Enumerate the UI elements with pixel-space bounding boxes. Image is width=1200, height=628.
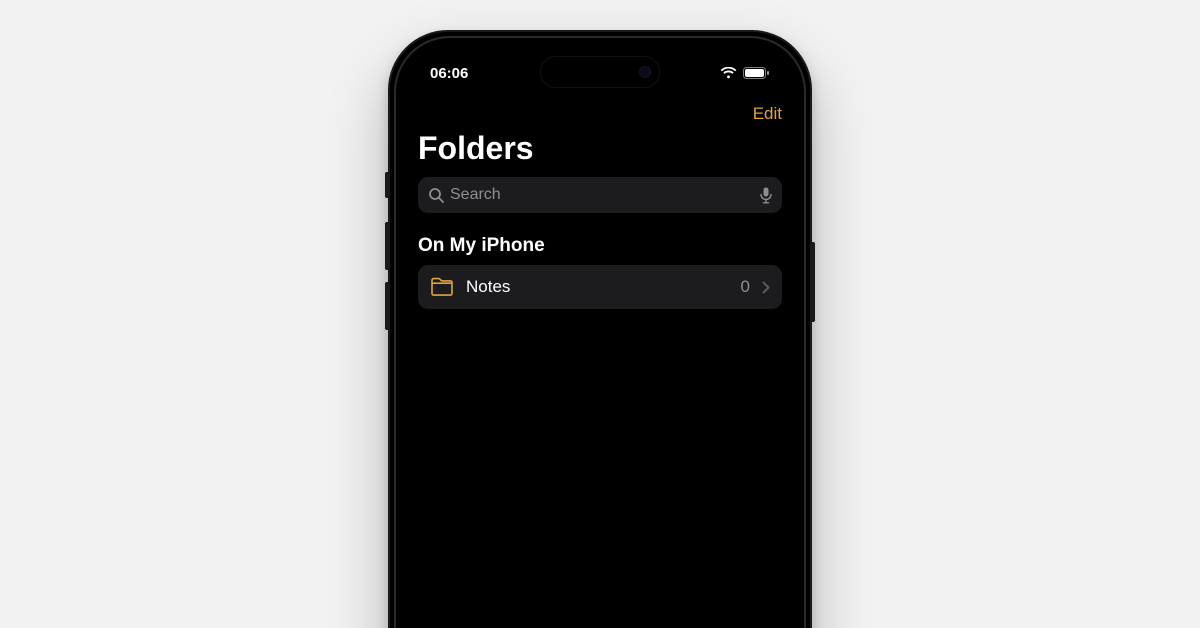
edit-button[interactable]: Edit	[753, 104, 782, 124]
nav-bar: Edit	[418, 100, 782, 126]
folder-icon	[430, 277, 454, 297]
battery-icon	[743, 67, 770, 79]
section-header: On My iPhone	[418, 235, 782, 257]
folder-row-notes[interactable]: Notes 0	[418, 265, 782, 309]
screen: 06:06	[402, 44, 798, 628]
content: Edit Folders Search	[402, 100, 798, 628]
page-title: Folders	[418, 130, 782, 167]
search-icon	[428, 187, 444, 203]
wifi-icon	[720, 67, 737, 79]
microphone-icon[interactable]	[760, 187, 772, 204]
chevron-right-icon	[762, 281, 770, 294]
folder-count: 0	[741, 277, 750, 297]
power-button[interactable]	[810, 242, 815, 322]
status-bar: 06:06	[402, 60, 798, 86]
status-right	[720, 67, 770, 79]
volume-up-button[interactable]	[385, 222, 390, 270]
folder-name-label: Notes	[466, 277, 729, 297]
volume-down-button[interactable]	[385, 282, 390, 330]
mute-switch[interactable]	[385, 172, 390, 198]
search-placeholder: Search	[450, 186, 754, 204]
stage: 06:06	[0, 0, 1200, 628]
search-input[interactable]: Search	[418, 177, 782, 213]
phone-frame: 06:06	[388, 30, 812, 628]
status-time: 06:06	[430, 65, 468, 82]
